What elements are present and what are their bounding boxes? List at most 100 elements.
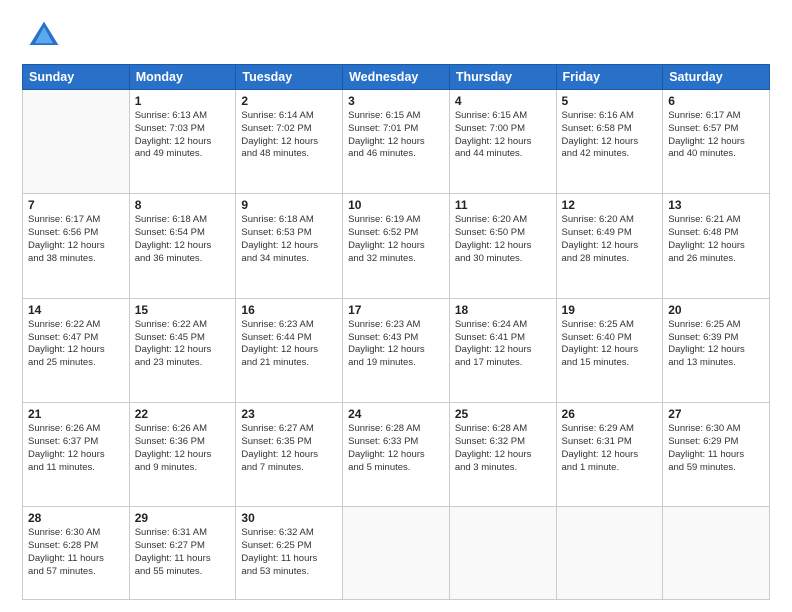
day-info: Sunrise: 6:24 AM Sunset: 6:41 PM Dayligh…	[455, 319, 551, 370]
day-number: 20	[668, 303, 764, 317]
weekday-header-thursday: Thursday	[449, 65, 556, 90]
week-row-2: 14Sunrise: 6:22 AM Sunset: 6:47 PM Dayli…	[23, 298, 770, 402]
day-info: Sunrise: 6:20 AM Sunset: 6:50 PM Dayligh…	[455, 214, 551, 265]
day-info: Sunrise: 6:17 AM Sunset: 6:56 PM Dayligh…	[28, 214, 124, 265]
weekday-header-friday: Friday	[556, 65, 663, 90]
day-number: 18	[455, 303, 551, 317]
calendar-cell: 20 Sunrise: 6:25 AM Sunset: 6:39 PM Dayli…	[663, 298, 770, 402]
week-row-4: 28 Sunrise: 6:30 AM Sunset: 6:28 PM Dayli…	[23, 507, 770, 600]
day-info: Sunrise: 6:30 AM Sunset: 6:29 PM Dayligh…	[668, 423, 764, 474]
day-number: 2	[241, 94, 337, 108]
day-number: 21	[28, 407, 124, 421]
day-info: Sunrise: 6:30 AM Sunset: 6:28 PM Dayligh…	[28, 527, 124, 578]
day-info: Sunrise: 6:18 AM Sunset: 6:54 PM Dayligh…	[135, 214, 231, 265]
day-info: Sunrise: 6:15 AM Sunset: 7:00 PM Dayligh…	[455, 110, 551, 161]
day-info: Sunrise: 6:15 AM Sunset: 7:01 PM Dayligh…	[348, 110, 444, 161]
day-number: 27	[668, 407, 764, 421]
day-info: Sunrise: 6:31 AM Sunset: 6:27 PM Dayligh…	[135, 527, 231, 578]
day-number: 30	[241, 511, 337, 525]
calendar-cell: 14Sunrise: 6:22 AM Sunset: 6:47 PM Dayli…	[23, 298, 130, 402]
day-info: Sunrise: 6:14 AM Sunset: 7:02 PM Dayligh…	[241, 110, 337, 161]
day-number: 11	[455, 198, 551, 212]
calendar-cell: 13Sunrise: 6:21 AM Sunset: 6:48 PM Dayli…	[663, 194, 770, 298]
calendar-cell: 2 Sunrise: 6:14 AM Sunset: 7:02 PM Daylig…	[236, 90, 343, 194]
calendar-cell: 28 Sunrise: 6:30 AM Sunset: 6:28 PM Dayli…	[23, 507, 130, 600]
calendar-cell: 6 Sunrise: 6:17 AM Sunset: 6:57 PM Daylig…	[663, 90, 770, 194]
weekday-header-saturday: Saturday	[663, 65, 770, 90]
calendar-cell: 9 Sunrise: 6:18 AM Sunset: 6:53 PM Daylig…	[236, 194, 343, 298]
calendar-cell: 16 Sunrise: 6:23 AM Sunset: 6:44 PM Dayli…	[236, 298, 343, 402]
day-info: Sunrise: 6:25 AM Sunset: 6:39 PM Dayligh…	[668, 319, 764, 370]
day-number: 10	[348, 198, 444, 212]
calendar-cell: 26 Sunrise: 6:29 AM Sunset: 6:31 PM Dayli…	[556, 403, 663, 507]
day-info: Sunrise: 6:22 AM Sunset: 6:45 PM Dayligh…	[135, 319, 231, 370]
day-info: Sunrise: 6:18 AM Sunset: 6:53 PM Dayligh…	[241, 214, 337, 265]
weekday-header-monday: Monday	[129, 65, 236, 90]
day-number: 6	[668, 94, 764, 108]
day-number: 22	[135, 407, 231, 421]
day-info: Sunrise: 6:28 AM Sunset: 6:33 PM Dayligh…	[348, 423, 444, 474]
day-info: Sunrise: 6:20 AM Sunset: 6:49 PM Dayligh…	[562, 214, 658, 265]
day-number: 29	[135, 511, 231, 525]
weekday-header-tuesday: Tuesday	[236, 65, 343, 90]
calendar-cell: 3 Sunrise: 6:15 AM Sunset: 7:01 PM Daylig…	[343, 90, 450, 194]
day-number: 16	[241, 303, 337, 317]
calendar-cell: 18 Sunrise: 6:24 AM Sunset: 6:41 PM Dayli…	[449, 298, 556, 402]
day-number: 1	[135, 94, 231, 108]
day-number: 9	[241, 198, 337, 212]
day-info: Sunrise: 6:26 AM Sunset: 6:37 PM Dayligh…	[28, 423, 124, 474]
week-row-1: 7 Sunrise: 6:17 AM Sunset: 6:56 PM Daylig…	[23, 194, 770, 298]
calendar-cell: 4 Sunrise: 6:15 AM Sunset: 7:00 PM Daylig…	[449, 90, 556, 194]
day-number: 28	[28, 511, 124, 525]
calendar-cell: 7 Sunrise: 6:17 AM Sunset: 6:56 PM Daylig…	[23, 194, 130, 298]
day-number: 26	[562, 407, 658, 421]
calendar-cell: 30 Sunrise: 6:32 AM Sunset: 6:25 PM Dayli…	[236, 507, 343, 600]
calendar-cell: 1 Sunrise: 6:13 AM Sunset: 7:03 PM Daylig…	[129, 90, 236, 194]
header	[22, 18, 770, 54]
calendar-cell: 29 Sunrise: 6:31 AM Sunset: 6:27 PM Dayli…	[129, 507, 236, 600]
day-number: 23	[241, 407, 337, 421]
day-info: Sunrise: 6:23 AM Sunset: 6:44 PM Dayligh…	[241, 319, 337, 370]
day-info: Sunrise: 6:32 AM Sunset: 6:25 PM Dayligh…	[241, 527, 337, 578]
calendar-cell	[449, 507, 556, 600]
day-number: 8	[135, 198, 231, 212]
day-number: 14	[28, 303, 124, 317]
day-info: Sunrise: 6:29 AM Sunset: 6:31 PM Dayligh…	[562, 423, 658, 474]
day-number: 5	[562, 94, 658, 108]
calendar-table: SundayMondayTuesdayWednesdayThursdayFrid…	[22, 64, 770, 600]
page: SundayMondayTuesdayWednesdayThursdayFrid…	[0, 0, 792, 612]
calendar-cell: 25 Sunrise: 6:28 AM Sunset: 6:32 PM Dayli…	[449, 403, 556, 507]
weekday-header-sunday: Sunday	[23, 65, 130, 90]
calendar-cell: 8 Sunrise: 6:18 AM Sunset: 6:54 PM Daylig…	[129, 194, 236, 298]
logo-icon	[26, 18, 62, 54]
calendar-cell	[556, 507, 663, 600]
calendar-cell: 5 Sunrise: 6:16 AM Sunset: 6:58 PM Daylig…	[556, 90, 663, 194]
calendar-cell: 11 Sunrise: 6:20 AM Sunset: 6:50 PM Dayli…	[449, 194, 556, 298]
calendar-cell	[343, 507, 450, 600]
day-number: 25	[455, 407, 551, 421]
week-row-0: 1 Sunrise: 6:13 AM Sunset: 7:03 PM Daylig…	[23, 90, 770, 194]
calendar-cell: 12 Sunrise: 6:20 AM Sunset: 6:49 PM Dayli…	[556, 194, 663, 298]
day-info: Sunrise: 6:17 AM Sunset: 6:57 PM Dayligh…	[668, 110, 764, 161]
day-number: 17	[348, 303, 444, 317]
calendar-cell: 19Sunrise: 6:25 AM Sunset: 6:40 PM Dayli…	[556, 298, 663, 402]
day-info: Sunrise: 6:26 AM Sunset: 6:36 PM Dayligh…	[135, 423, 231, 474]
day-number: 24	[348, 407, 444, 421]
day-number: 12	[562, 198, 658, 212]
day-info: Sunrise: 6:23 AM Sunset: 6:43 PM Dayligh…	[348, 319, 444, 370]
weekday-header-wednesday: Wednesday	[343, 65, 450, 90]
day-info: Sunrise: 6:28 AM Sunset: 6:32 PM Dayligh…	[455, 423, 551, 474]
day-number: 3	[348, 94, 444, 108]
day-info: Sunrise: 6:16 AM Sunset: 6:58 PM Dayligh…	[562, 110, 658, 161]
calendar-cell: 15Sunrise: 6:22 AM Sunset: 6:45 PM Dayli…	[129, 298, 236, 402]
weekday-header-row: SundayMondayTuesdayWednesdayThursdayFrid…	[23, 65, 770, 90]
day-number: 4	[455, 94, 551, 108]
day-info: Sunrise: 6:27 AM Sunset: 6:35 PM Dayligh…	[241, 423, 337, 474]
day-number: 7	[28, 198, 124, 212]
calendar-cell: 23 Sunrise: 6:27 AM Sunset: 6:35 PM Dayli…	[236, 403, 343, 507]
calendar-cell: 24 Sunrise: 6:28 AM Sunset: 6:33 PM Dayli…	[343, 403, 450, 507]
week-row-3: 21 Sunrise: 6:26 AM Sunset: 6:37 PM Dayli…	[23, 403, 770, 507]
logo	[22, 18, 62, 54]
calendar-cell	[663, 507, 770, 600]
day-info: Sunrise: 6:13 AM Sunset: 7:03 PM Dayligh…	[135, 110, 231, 161]
